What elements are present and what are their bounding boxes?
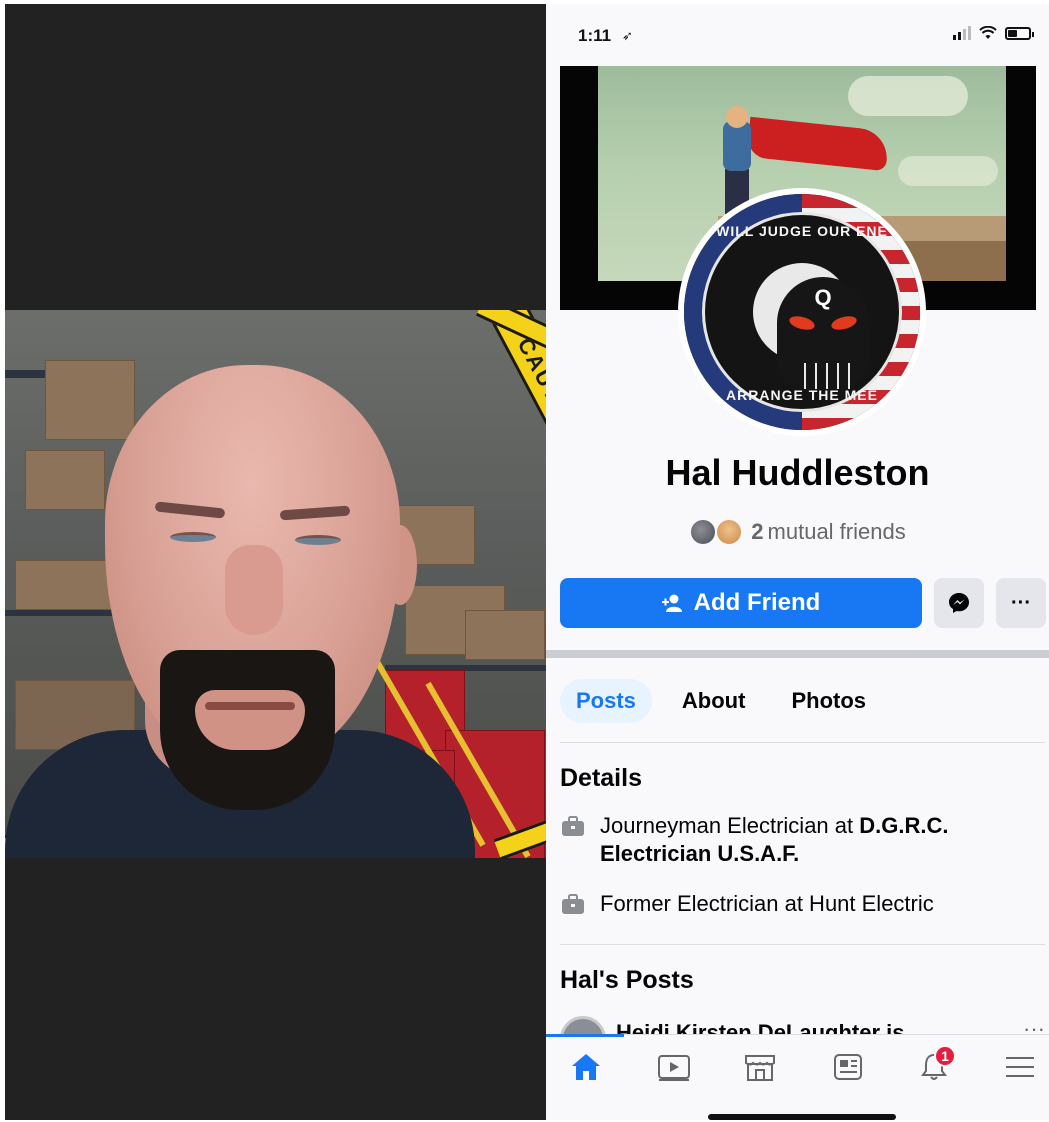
detail-former-work: Former Electrician at Hunt Electric: [600, 891, 934, 916]
avatar-ring-top-text: WILL JUDGE OUR ENE: [716, 223, 888, 239]
more-icon: ···: [1011, 591, 1031, 614]
messenger-icon: [949, 593, 969, 613]
divider: [560, 944, 1045, 945]
mutual-friend-avatar: [689, 518, 718, 546]
post-preview[interactable]: Heidi Kirsten DeLaughter is ···: [560, 1016, 1045, 1036]
marketplace-icon: [745, 1055, 775, 1081]
nav-marketplace[interactable]: [738, 1047, 782, 1087]
add-friend-label: Add Friend: [693, 589, 821, 616]
mutual-friends-count: 2: [751, 519, 764, 544]
post-author-avatar[interactable]: [560, 1016, 606, 1036]
nav-menu[interactable]: [998, 1047, 1042, 1087]
profile-actions: Add Friend ···: [560, 578, 1046, 628]
add-friend-button[interactable]: Add Friend: [560, 578, 922, 628]
signal-icon: [953, 26, 971, 40]
divider: [560, 742, 1045, 743]
location-arrow-icon: ➶: [622, 28, 633, 43]
profile-tabs: Posts About Photos: [560, 678, 882, 724]
status-bar: 1:11 ➶: [546, 4, 1049, 64]
details-heading: Details: [560, 764, 642, 792]
tab-photos[interactable]: Photos: [775, 679, 882, 723]
nav-notifications[interactable]: 1: [912, 1045, 956, 1087]
home-icon: [572, 1054, 600, 1080]
facebook-profile-screen: 1:11 ➶ D EE: [546, 4, 1049, 1120]
nav-home[interactable]: [564, 1047, 608, 1087]
mutual-friends-label: mutual friends: [767, 519, 906, 544]
briefcase-icon: [562, 816, 584, 836]
detail-work-item[interactable]: Journeyman Electrician at D.G.R.C. Elect…: [560, 812, 1040, 868]
video-icon: [658, 1055, 690, 1081]
mutual-friend-avatar: [715, 518, 744, 546]
avatar-letter: Q: [814, 285, 832, 310]
add-person-icon: [661, 594, 682, 612]
avatar-ring-bottom-text: ARRANGE THE MEE: [726, 387, 878, 403]
profile-avatar[interactable]: WILL JUDGE OUR ENE ARRANGE THE MEE Q: [678, 188, 926, 436]
notification-badge: 1: [934, 1045, 956, 1067]
person-nose: [225, 545, 283, 635]
post-more-icon[interactable]: ···: [1023, 1016, 1045, 1036]
punisher-skull-icon: Q: [777, 277, 869, 389]
section-divider: [546, 650, 1049, 658]
status-time: 1:11: [578, 26, 612, 45]
tab-about[interactable]: About: [666, 679, 762, 723]
detail-work-item[interactable]: Former Electrician at Hunt Electric: [560, 890, 1040, 918]
newspaper-icon: [834, 1054, 862, 1080]
nav-watch[interactable]: [652, 1047, 696, 1087]
more-options-button[interactable]: ···: [996, 578, 1046, 628]
home-indicator[interactable]: [708, 1114, 896, 1120]
posts-heading: Hal's Posts: [560, 966, 694, 994]
left-video-panel: CAUTION: [5, 4, 546, 1120]
nav-news[interactable]: [826, 1047, 870, 1087]
wifi-icon: [979, 26, 997, 39]
briefcase-icon: [562, 894, 584, 914]
profile-name: Hal Huddleston: [665, 452, 930, 493]
active-tab-indicator: [546, 1034, 624, 1037]
tab-posts[interactable]: Posts: [560, 679, 652, 723]
detail-work-prefix: Journeyman Electrician at: [600, 813, 860, 838]
messenger-button[interactable]: [934, 578, 984, 628]
selfie-photo: CAUTION: [5, 310, 546, 858]
mutual-friends[interactable]: 2 mutual friends: [546, 518, 1049, 546]
bottom-tab-bar: 1: [546, 1034, 1049, 1120]
hamburger-menu-icon: [1006, 1057, 1034, 1077]
battery-icon: [1005, 26, 1034, 40]
